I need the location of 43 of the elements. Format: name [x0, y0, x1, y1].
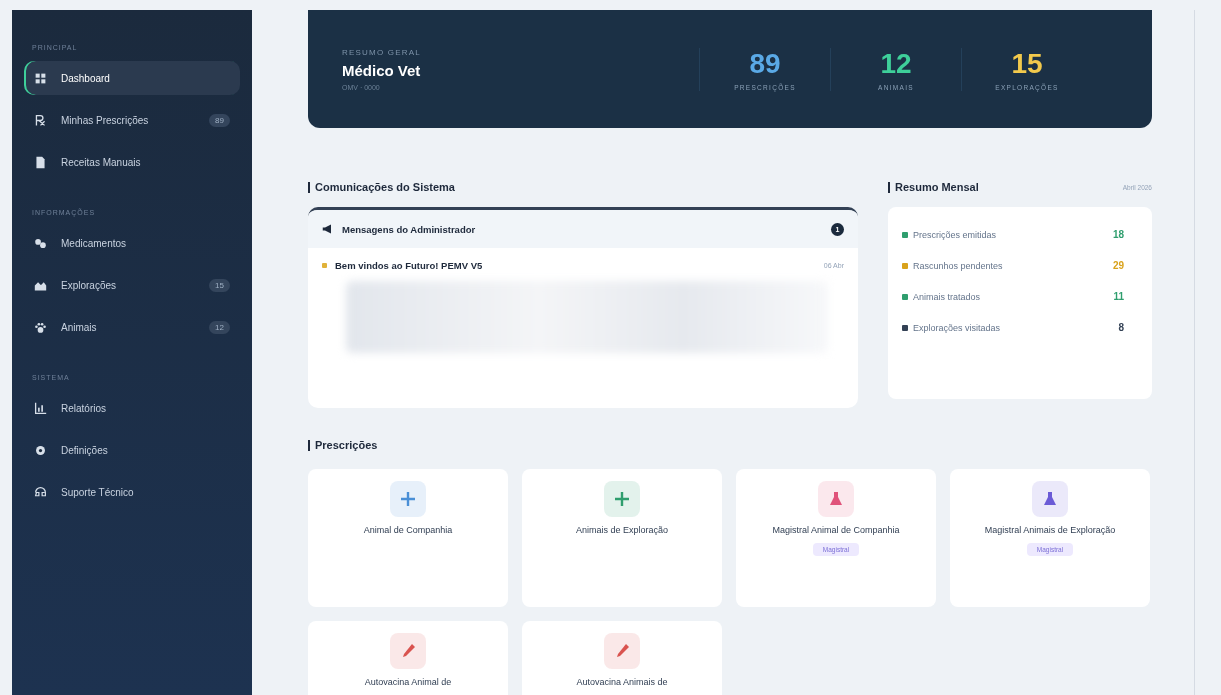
- prescription-card[interactable]: Autovacina Animais de: [522, 621, 722, 695]
- megaphone-icon: [322, 223, 334, 235]
- metric-label: Explorações visitadas: [913, 322, 1002, 333]
- metric-label: Prescrições emitidas: [913, 229, 998, 240]
- metric-value: 11: [1113, 291, 1124, 302]
- metric-label: Rascunhos pendentes: [913, 260, 1004, 271]
- metric-label: Animais tratados: [913, 291, 982, 302]
- sidebar-item[interactable]: Suporte Técnico: [24, 475, 240, 509]
- user-name: Médico Vet: [342, 61, 422, 79]
- section-title: Resumo Mensal: [888, 182, 1123, 193]
- sidebar-item[interactable]: Explorações 15: [24, 268, 240, 302]
- rx-icon: [34, 113, 47, 127]
- pills-icon: [34, 236, 47, 250]
- stat-value: 12: [880, 47, 912, 80]
- banner-eyebrow: RESUMO GERAL: [342, 47, 422, 57]
- prescription-card[interactable]: Autovacina Animal de: [308, 621, 508, 695]
- count-badge: 12: [209, 320, 230, 334]
- section-title: Comunicações do Sistema: [308, 182, 858, 193]
- sidebar-item[interactable]: Minhas Prescrições 89: [24, 103, 240, 137]
- paw-icon: [34, 320, 47, 334]
- sidebar-item[interactable]: Receitas Manuais: [24, 145, 240, 179]
- sidebar-item[interactable]: Medicamentos: [24, 226, 240, 260]
- gear-icon: [34, 443, 47, 457]
- prescription-card[interactable]: Animal de Companhia: [308, 469, 508, 607]
- section-title: Prescrições: [308, 440, 1152, 451]
- stat-value: 15: [1011, 47, 1043, 80]
- prescription-card[interactable]: Animais de Exploração: [522, 469, 722, 607]
- count-badge: 15: [209, 278, 230, 292]
- sidebar-item[interactable]: Dashboard: [24, 61, 240, 95]
- sidebar-item[interactable]: Animais 12: [24, 310, 240, 344]
- sidebar-item[interactable]: Definições: [24, 433, 240, 467]
- grid-icon: [34, 71, 47, 85]
- count-badge: 89: [209, 113, 230, 127]
- chart-icon: [34, 401, 47, 415]
- metric-value: 29: [1112, 260, 1124, 271]
- support-icon: [34, 485, 47, 499]
- doc-icon: [34, 155, 47, 169]
- message-title[interactable]: Bem vindos ao Futuro! PEMV V5: [335, 260, 816, 271]
- metric-value: 8: [1118, 322, 1124, 333]
- sidebar-item[interactable]: Relatórios: [24, 391, 240, 425]
- panel-title: Mensagens do Administrador: [342, 223, 477, 235]
- stat-value: 89: [749, 47, 781, 80]
- metric-value: 18: [1112, 229, 1124, 240]
